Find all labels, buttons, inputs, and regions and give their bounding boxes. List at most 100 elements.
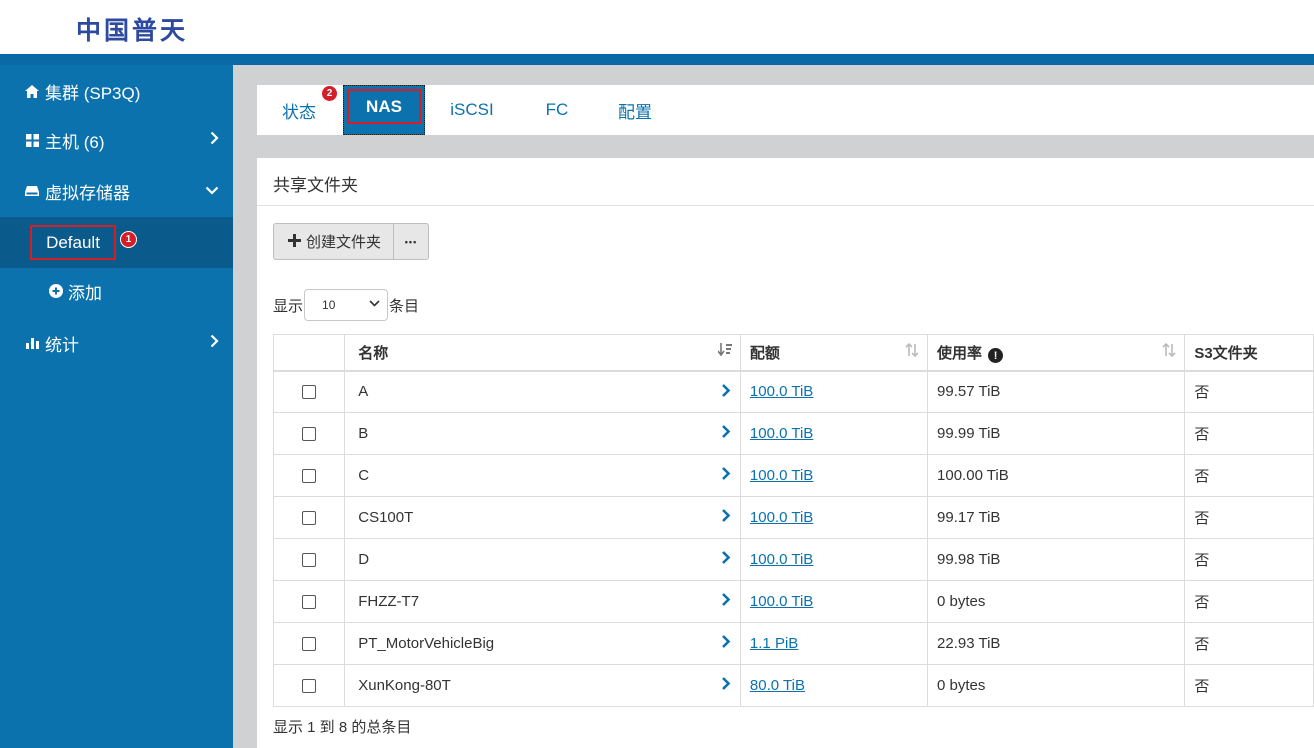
- sidebar-item-label: Default: [46, 232, 100, 252]
- panel-title: 共享文件夹: [273, 176, 358, 195]
- row-checkbox[interactable]: [302, 469, 317, 484]
- quota-link[interactable]: 80.0 TiB: [750, 677, 805, 694]
- usage-cell: 0 bytes: [927, 664, 1186, 707]
- folder-name: FHZZ-T7: [358, 593, 420, 610]
- table-row[interactable]: C 100.0 TiB 100.00 TiB 否: [272, 454, 1314, 497]
- tab-iscsi[interactable]: iSCSI: [433, 85, 511, 135]
- table-row[interactable]: XunKong-80T 80.0 TiB 0 bytes 否: [272, 664, 1314, 707]
- row-checkbox-cell: [272, 454, 346, 497]
- quota-link[interactable]: 100.0 TiB: [750, 593, 813, 610]
- row-checkbox[interactable]: [302, 427, 317, 442]
- table-row[interactable]: PT_MotorVehicleBig 1.1 PiB 22.93 TiB 否: [272, 622, 1314, 665]
- s3-cell: 否: [1184, 664, 1314, 707]
- sort-icon: [1162, 342, 1176, 360]
- quota-link[interactable]: 100.0 TiB: [750, 467, 813, 484]
- column-header-name[interactable]: 名称: [344, 334, 741, 372]
- chevron-right-icon[interactable]: [721, 383, 731, 403]
- grid-icon: [24, 132, 40, 148]
- folder-name: CS100T: [358, 509, 414, 526]
- sidebar-item-default[interactable]: Default 1: [0, 217, 233, 268]
- sidebar-item-hosts[interactable]: 主机 (6): [0, 120, 233, 160]
- table-header-row: 名称 配额 使用率! S3文件夹: [272, 334, 1314, 372]
- header-label: 名称: [358, 344, 389, 362]
- sidebar-item-virtual-storage[interactable]: 虚拟存储器: [0, 171, 233, 211]
- chevron-right-icon[interactable]: [721, 508, 731, 528]
- sidebar-item-add[interactable]: 添加: [0, 271, 233, 311]
- table-row[interactable]: CS100T 100.0 TiB 99.17 TiB 否: [272, 496, 1314, 539]
- chevron-right-icon: [210, 131, 219, 150]
- name-cell: D: [344, 538, 741, 581]
- quota-cell: 100.0 TiB: [739, 412, 929, 455]
- tab-label: iSCSI: [450, 100, 494, 119]
- quota-link[interactable]: 100.0 TiB: [750, 425, 813, 442]
- table-row[interactable]: FHZZ-T7 100.0 TiB 0 bytes 否: [272, 580, 1314, 623]
- usage-cell: 0 bytes: [927, 580, 1186, 623]
- sidebar-item-cluster[interactable]: 集群 (SP3Q): [0, 71, 233, 111]
- sort-icon: [905, 342, 919, 360]
- folder-name: A: [358, 383, 369, 401]
- column-header-usage[interactable]: 使用率!: [927, 334, 1186, 372]
- name-cell: FHZZ-T7: [344, 580, 741, 623]
- sidebar-item-label: 虚拟存储器: [45, 183, 130, 203]
- sort-asc-icon: [717, 343, 732, 360]
- folder-name: D: [358, 551, 370, 568]
- s3-cell: 否: [1184, 370, 1314, 413]
- usage-cell: 99.57 TiB: [927, 370, 1186, 413]
- row-checkbox[interactable]: [302, 679, 317, 694]
- create-folder-button[interactable]: 创建文件夹: [274, 224, 395, 259]
- table-row[interactable]: D 100.0 TiB 99.98 TiB 否: [272, 538, 1314, 581]
- column-header-s3[interactable]: S3文件夹: [1184, 334, 1314, 372]
- row-checkbox[interactable]: [302, 637, 317, 652]
- quota-link[interactable]: 100.0 TiB: [750, 551, 813, 568]
- tab-config[interactable]: 配置: [601, 85, 669, 135]
- row-checkbox[interactable]: [302, 511, 317, 526]
- info-icon[interactable]: !: [988, 348, 1004, 363]
- table-row[interactable]: A 100.0 TiB 99.57 TiB 否: [272, 370, 1314, 413]
- sidebar-item-label: 统计: [45, 335, 79, 355]
- length-prefix: 显示: [273, 297, 304, 315]
- column-header-quota[interactable]: 配额: [739, 334, 929, 372]
- folder-name: PT_MotorVehicleBig: [358, 635, 495, 652]
- chevron-right-icon[interactable]: [721, 676, 731, 696]
- page-length-select[interactable]: 10: [304, 289, 389, 321]
- tab-nas[interactable]: NAS: [343, 85, 425, 135]
- tab-label: 配置: [618, 102, 652, 122]
- sidebar: 集群 (SP3Q) 主机 (6) 虚拟存储器 Default 1 添加 统计: [0, 65, 233, 748]
- create-folder-label: 创建文件夹: [306, 234, 382, 251]
- chevron-down-icon: [369, 298, 380, 310]
- tab-label: 状态: [282, 102, 316, 122]
- chevron-right-icon[interactable]: [721, 424, 731, 444]
- row-checkbox-cell: [272, 580, 346, 623]
- quota-cell: 100.0 TiB: [739, 538, 929, 581]
- quota-link[interactable]: 100.0 TiB: [750, 509, 813, 526]
- more-options-button[interactable]: •••: [394, 224, 428, 259]
- top-header: 中国普天: [0, 0, 1314, 54]
- row-checkbox[interactable]: [302, 595, 317, 610]
- bar-chart-icon: [24, 335, 40, 351]
- quota-link[interactable]: 100.0 TiB: [750, 383, 813, 400]
- folder-name: B: [358, 425, 369, 442]
- chevron-right-icon[interactable]: [721, 592, 731, 612]
- quota-link[interactable]: 1.1 PiB: [750, 635, 798, 652]
- plus-circle-icon: [48, 283, 64, 299]
- shared-folders-table: 名称 配额 使用率! S3文件夹 A 100.0 TiB 99.57 TiB 否…: [272, 334, 1314, 707]
- chevron-right-icon[interactable]: [721, 550, 731, 570]
- chevron-right-icon: [210, 334, 219, 353]
- tab-label: FC: [545, 100, 569, 119]
- sidebar-item-label: 主机 (6): [45, 132, 105, 152]
- header-strip: [0, 54, 1314, 65]
- page-length-value: 10: [322, 298, 336, 312]
- logo[interactable]: 中国普天: [76, 11, 188, 47]
- quota-cell: 100.0 TiB: [739, 580, 929, 623]
- tab-fc[interactable]: FC: [525, 85, 589, 135]
- row-checkbox[interactable]: [302, 385, 317, 400]
- folder-name: C: [358, 467, 370, 484]
- row-checkbox[interactable]: [302, 553, 317, 568]
- chevron-right-icon[interactable]: [721, 634, 731, 654]
- drive-icon: [24, 183, 40, 199]
- sidebar-item-stats[interactable]: 统计: [0, 323, 233, 363]
- s3-cell: 否: [1184, 580, 1314, 623]
- row-checkbox-cell: [272, 496, 346, 539]
- chevron-right-icon[interactable]: [721, 466, 731, 486]
- table-row[interactable]: B 100.0 TiB 99.99 TiB 否: [272, 412, 1314, 455]
